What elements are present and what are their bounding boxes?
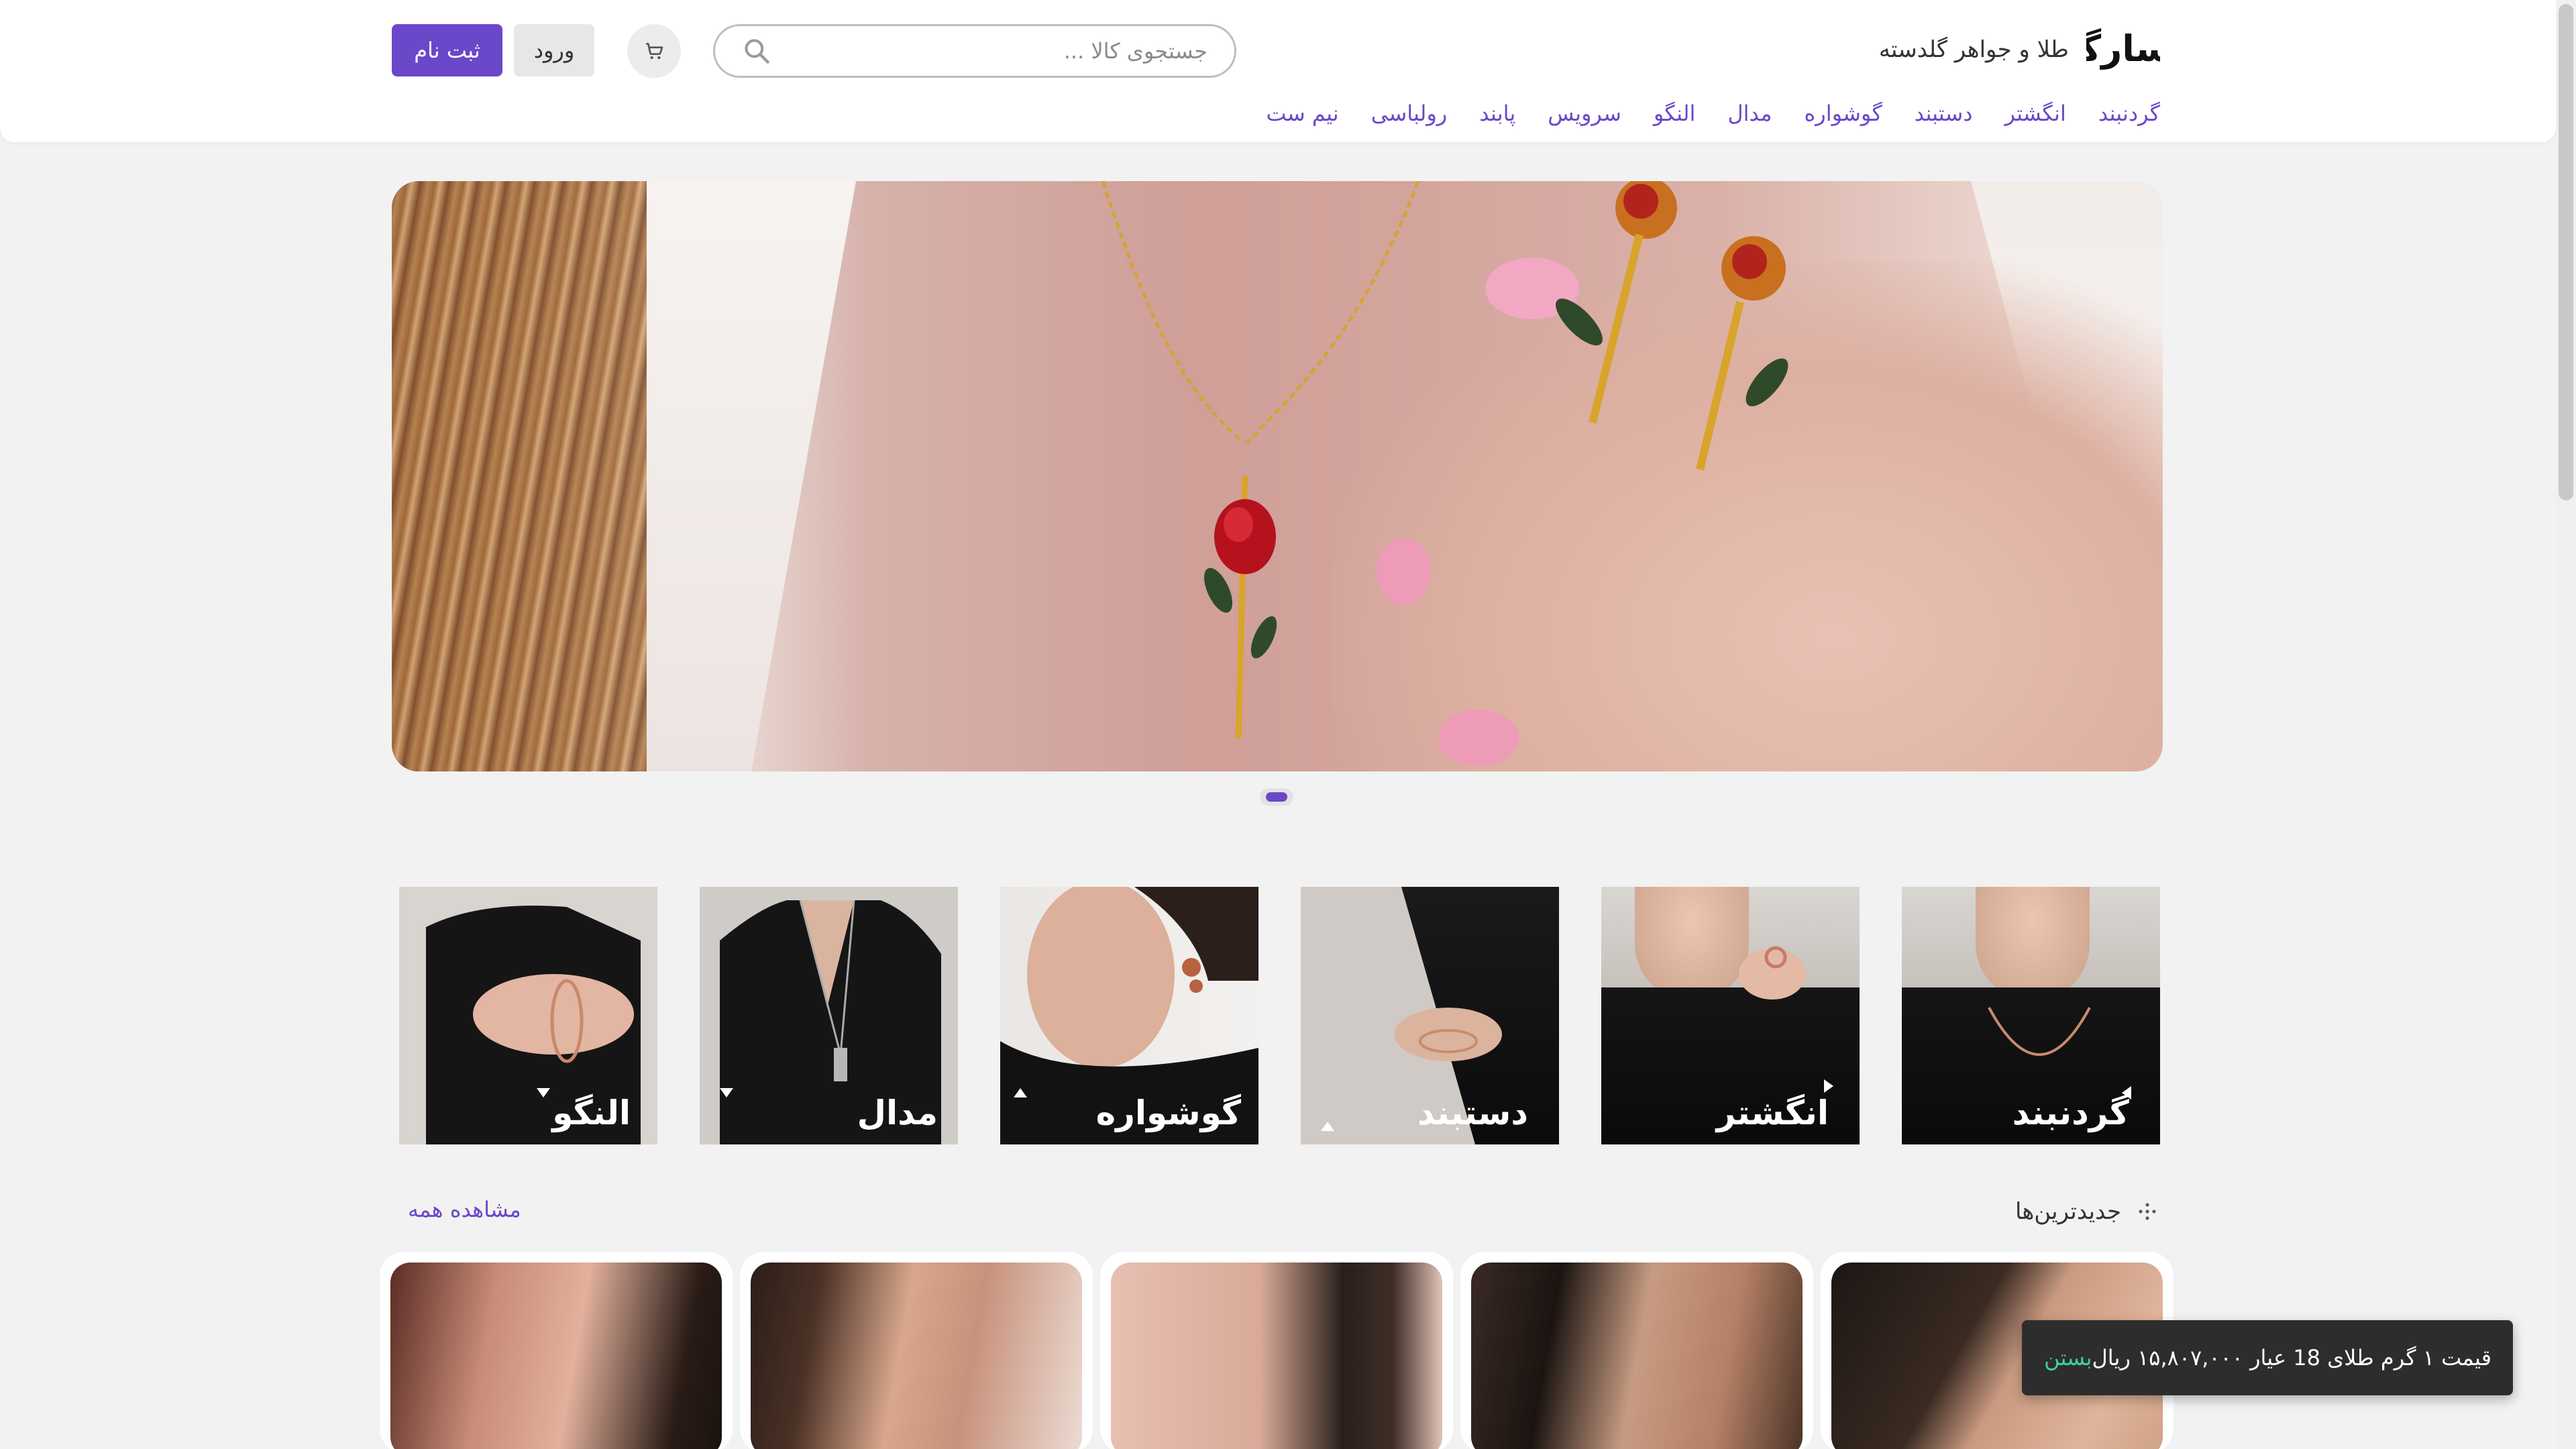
product-card[interactable] [380,1252,733,1449]
category-label: انگشتر [1716,1093,1829,1132]
product-card[interactable] [1100,1252,1453,1449]
product-list [380,1252,2174,1449]
dots-grid-icon [2139,1203,2156,1220]
nav-item-earring[interactable]: گوشواره [1804,101,1882,126]
category-tile-ring[interactable]: انگشتر [1601,887,1860,1144]
nav-item-ring[interactable]: انگشتر [2005,101,2066,126]
product-image[interactable] [1111,1263,1442,1449]
category-arrow-icon [1014,1088,1027,1097]
nav-item-bracelet[interactable]: دستبند [1915,101,1973,126]
nav-item-set[interactable]: سرویس [1548,101,1621,126]
hero-slider-dot-active[interactable] [1266,792,1287,802]
search-box[interactable] [713,24,1236,78]
category-label: النگو [552,1093,631,1132]
brand-logo[interactable]: پاسارگاد [2086,25,2160,74]
signup-button[interactable]: ثبت نام [392,24,502,76]
product-image[interactable] [390,1263,722,1449]
product-card[interactable] [740,1252,1093,1449]
category-label: مدال [857,1093,938,1132]
newest-section-header: جدیدترین‌ها [2015,1198,2159,1225]
site-header: پاسارگاد طلا و جواهر گلدسته ورود ثبت نام… [0,0,2556,142]
category-arrow-icon [1321,1122,1334,1131]
cart-button[interactable] [627,24,681,78]
nav-item-half-set[interactable]: نیم ست [1266,101,1338,126]
brand-name: طلا و جواهر گلدسته [1878,36,2069,63]
brand[interactable]: پاسارگاد طلا و جواهر گلدسته [1879,23,2160,76]
category-tile-necklace[interactable]: گردنبند [1902,887,2160,1144]
nav-item-brooch[interactable]: رولباسی [1371,101,1448,126]
category-label: گوشواره [1095,1093,1241,1132]
necklace-jewelry-icon [1988,1007,2091,1056]
newest-section-title: جدیدترین‌ها [2015,1198,2121,1225]
nav-item-medal[interactable]: مدال [1727,101,1772,126]
search-icon[interactable] [742,36,771,66]
category-tile-bracelet[interactable]: دستبند [1301,887,1559,1144]
category-label: گردنبند [2012,1093,2129,1132]
nav-item-necklace[interactable]: گردنبند [2098,101,2160,126]
hero-banner[interactable] [392,181,2163,771]
category-grid: گردنبند انگشتر دستبند گوشواره مدال النگو [397,887,2160,1146]
login-button[interactable]: ورود [514,24,594,76]
toast-close-button[interactable]: بستن [2044,1345,2092,1371]
category-tile-bangle[interactable]: النگو [399,887,657,1144]
see-all-link[interactable]: مشاهده همه [408,1197,521,1222]
hero-jewelry-illustration [1101,181,1788,766]
brand-logo-text: پاسارگاد [2086,28,2160,70]
product-image[interactable] [751,1263,1082,1449]
product-image[interactable] [1471,1263,1803,1449]
toast-message: قیمت ۱ گرم طلای 18 عیار ۱۵,۸۰۷,۰۰۰ ریال [2092,1345,2491,1371]
main-nav: گردنبند انگشتر دستبند گوشواره مدال النگو… [1266,97,2160,130]
hero-slider-indicator[interactable] [1260,788,1293,806]
category-tile-earring[interactable]: گوشواره [1000,887,1258,1144]
category-arrow-icon [720,1088,733,1097]
gold-price-toast: قیمت ۱ گرم طلای 18 عیار ۱۵,۸۰۷,۰۰۰ ریال … [2022,1320,2513,1395]
ring-jewelry-icon [1739,946,1806,1000]
page-scrollbar-thumb[interactable] [2559,4,2573,500]
category-label: دستبند [1417,1093,1528,1132]
category-arrow-icon [1824,1079,1833,1093]
category-arrow-icon [537,1088,550,1097]
search-input[interactable] [771,38,1208,64]
category-tile-medal[interactable]: مدال [700,887,958,1144]
product-card[interactable] [1460,1252,1813,1449]
cart-icon [646,42,663,60]
nav-item-anklet[interactable]: پابند [1479,101,1515,126]
nav-item-bangle[interactable]: النگو [1654,101,1696,126]
